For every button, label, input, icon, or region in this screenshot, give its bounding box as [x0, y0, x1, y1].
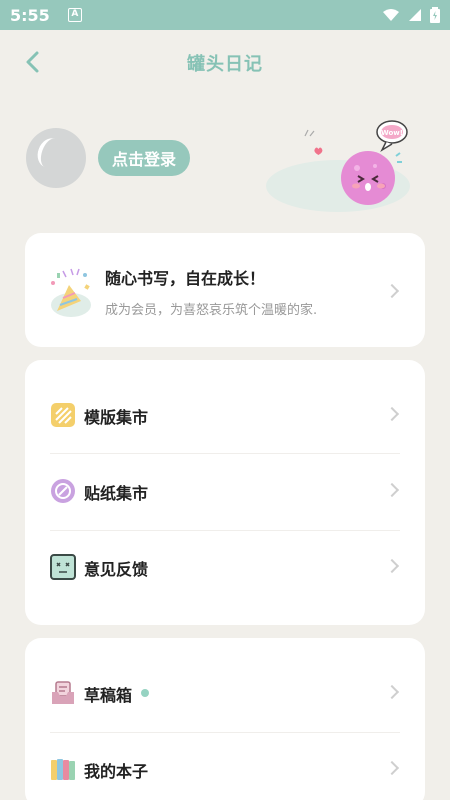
signal-icon	[409, 9, 421, 21]
battery-icon	[430, 7, 440, 23]
status-time: 5:55	[10, 5, 50, 25]
menu-item-my-notebooks[interactable]: 我的本子	[25, 732, 425, 800]
wifi-icon	[383, 9, 399, 21]
menu-item-drafts[interactable]: 草稿箱	[25, 656, 425, 732]
menu-item-template-market[interactable]: 模版集市	[25, 378, 425, 454]
notebook-icon	[51, 759, 75, 780]
menu-item-label: 贴纸集市	[84, 484, 149, 503]
avatar-shine	[33, 134, 67, 172]
menu-item-label: 我的本子	[84, 762, 149, 781]
sticker-icon	[51, 479, 75, 503]
chevron-right-icon	[384, 684, 400, 700]
mascot-illustration: Wow!	[266, 120, 410, 212]
menu-card-primary: 模版集市 贴纸集市 意见反馈	[25, 360, 425, 625]
mascot-speech-text: Wow!	[381, 129, 403, 137]
menu-item-label: 意见反馈	[84, 560, 149, 579]
profile-section: 点击登录 Wow!	[0, 110, 450, 220]
menu-item-label: 模版集市	[84, 408, 149, 427]
avatar[interactable]	[26, 128, 86, 188]
app-header: 罐头日记	[0, 30, 450, 94]
notification-badge: A	[67, 8, 82, 22]
status-bar: 5:55 A	[0, 0, 450, 30]
page-title: 罐头日记	[187, 54, 263, 75]
chevron-right-icon	[384, 760, 400, 776]
draft-box-icon	[52, 681, 74, 704]
menu-item-label: 草稿箱	[84, 686, 133, 705]
vip-subtitle: 成为会员，为喜怒哀乐筑个温暖的家.	[105, 303, 318, 318]
template-icon	[51, 403, 75, 427]
menu-item-sticker-market[interactable]: 贴纸集市	[25, 454, 425, 530]
menu-item-feedback[interactable]: 意见反馈	[25, 530, 425, 606]
login-button[interactable]: 点击登录	[98, 140, 191, 176]
new-indicator-dot	[141, 689, 149, 697]
vip-banner-card[interactable]: 随心书写，自在成长！ 成为会员，为喜怒哀乐筑个温暖的家.	[25, 233, 425, 347]
party-popper-icon	[51, 268, 91, 317]
menu-card-secondary: 草稿箱 我的本子	[25, 638, 425, 800]
feedback-icon	[50, 554, 76, 580]
chevron-right-icon	[384, 406, 400, 422]
chevron-right-icon	[384, 482, 400, 498]
vip-title: 随心书写，自在成长！	[105, 269, 266, 288]
chevron-right-icon	[384, 558, 400, 574]
chevron-right-icon	[384, 283, 400, 299]
